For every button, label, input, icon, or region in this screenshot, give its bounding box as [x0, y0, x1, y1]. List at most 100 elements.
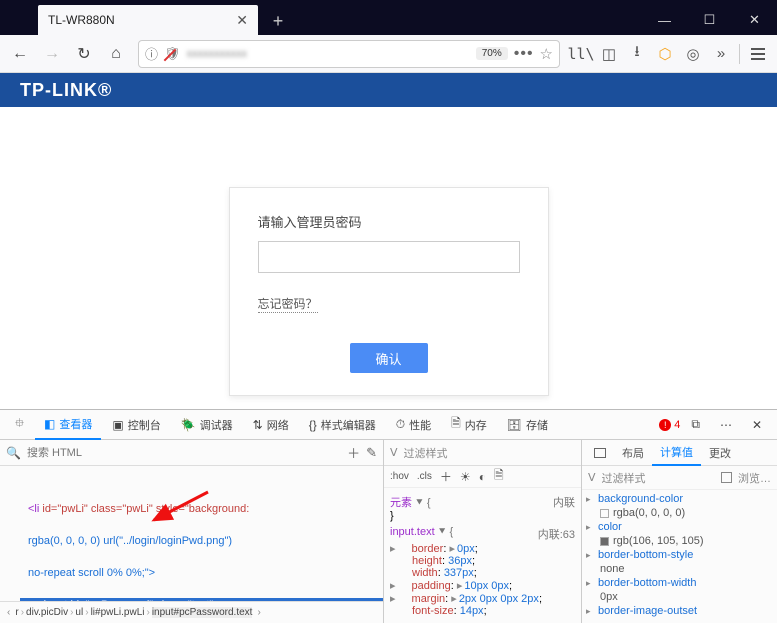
bookmark-star-icon[interactable]: ☆	[540, 45, 553, 63]
shield-blocked-icon[interactable]: 🛡	[164, 46, 181, 62]
computed-prop: border-bottom-width	[598, 577, 696, 589]
tab-debugger-label: 调试器	[200, 417, 233, 433]
back-button[interactable]: ←	[6, 40, 34, 68]
color-swatch	[600, 537, 609, 546]
browser-tab[interactable]: TL-WR880N ✕	[38, 5, 258, 35]
css-prop: font-size	[412, 605, 454, 617]
password-input[interactable]	[258, 241, 520, 273]
crumb-item[interactable]: r	[15, 607, 18, 618]
filter-icon: 𝖵	[588, 471, 596, 484]
add-node-button[interactable]: ＋	[347, 443, 360, 462]
toolbar-separator	[739, 44, 740, 64]
menu-button[interactable]	[745, 41, 771, 67]
tab-styleeditor-label: 样式编辑器	[321, 417, 376, 433]
dark-theme-icon[interactable]: ◐	[479, 470, 486, 484]
crumb-item[interactable]: ul	[75, 607, 83, 618]
search-icon: 🔍	[6, 446, 21, 460]
computed-tab[interactable]: 计算值	[652, 440, 701, 466]
dom-search-input[interactable]	[27, 447, 341, 459]
tab-storage[interactable]: 🗄存储	[498, 410, 557, 440]
crumb-prev-button[interactable]: ‹	[4, 607, 13, 618]
edit-html-button[interactable]: ✎	[366, 445, 377, 461]
dom-tree[interactable]: <li id="pwLi" class="pwLi" style="backgr…	[0, 466, 383, 601]
css-val: 10px 0px	[464, 580, 509, 592]
crumb-item[interactable]: div.picDiv	[26, 607, 68, 618]
dock-side-button[interactable]: ⧉	[682, 410, 709, 440]
css-val: 14px	[460, 605, 484, 617]
close-window-button[interactable]: ✕	[732, 5, 777, 35]
computed-label: 计算值	[660, 444, 693, 460]
tab-memory[interactable]: 🗎内存	[442, 410, 496, 440]
computed-prop: color	[598, 521, 622, 533]
computed-list[interactable]: ▸background-color rgba(0, 0, 0, 0) ▸colo…	[582, 490, 777, 623]
computed-val: none	[600, 563, 624, 575]
computed-prop: border-bottom-style	[598, 549, 693, 561]
forgot-password-link[interactable]: 忘记密码？	[258, 295, 318, 313]
tab-close-icon[interactable]: ✕	[236, 12, 248, 29]
devtools-tabs: ⯐ ◧查看器 ▣控制台 🪲调试器 ⇅网络 {}样式编辑器 ⏱性能 🗎内存 🗄存储…	[0, 410, 777, 440]
add-rule-button[interactable]: ＋	[440, 468, 452, 485]
address-bar[interactable]: ⓘ 🛡 xxxxxxxxxxx 70% ••• ☆	[138, 40, 560, 68]
new-tab-button[interactable]: +	[264, 7, 292, 35]
tab-console[interactable]: ▣控制台	[103, 410, 169, 440]
extension-icon[interactable]: ⬡	[652, 41, 678, 67]
tab-inspector[interactable]: ◧查看器	[35, 410, 101, 440]
devtools-close-button[interactable]: ✕	[743, 410, 771, 440]
computed-val: rgba(0, 0, 0, 0)	[613, 507, 685, 519]
changes-tab[interactable]: 更改	[701, 440, 739, 466]
url-text: xxxxxxxxxxx	[187, 48, 470, 60]
code-text: id="pwLi"	[42, 503, 87, 515]
print-media-icon[interactable]: 🗎	[494, 466, 504, 487]
downloads-icon[interactable]: ⭳	[624, 41, 650, 67]
filter-icon: 𝖵	[390, 446, 398, 459]
css-val: 0px	[457, 543, 475, 555]
reload-button[interactable]: ↻	[70, 40, 98, 68]
cls-toggle[interactable]: .cls	[417, 471, 432, 482]
home-button[interactable]: ⌂	[102, 40, 130, 68]
tab-performance[interactable]: ⏱性能	[387, 410, 440, 440]
error-indicator[interactable]: !4	[659, 419, 680, 431]
computed-panel: 布局 计算值 更改 𝖵 过滤样式 浏览… ▸background-color r…	[582, 440, 777, 623]
styles-rules[interactable]: 元素 ⯆ {内联 } input.text ⯆ {内联:63 ▸border: …	[384, 488, 581, 623]
crumb-item-active[interactable]: input#pcPassword.text	[152, 607, 253, 618]
boxmodel-tab[interactable]	[586, 440, 614, 466]
styles-toolbar: :hov .cls ＋ ☀ ◐ 🗎	[384, 466, 581, 488]
login-card: 请输入管理员密码 忘记密码？ 确认	[229, 187, 549, 396]
styles-filter-bar: 𝖵 过滤样式	[384, 440, 581, 466]
minimize-button[interactable]: —	[642, 5, 687, 35]
toolbar-right: ll\ ◫ ⭳ ⬡ ◎ »	[568, 41, 771, 67]
css-prop: height	[412, 555, 442, 567]
tab-network[interactable]: ⇅网络	[244, 410, 298, 440]
color-swatch	[600, 509, 609, 518]
layout-tab[interactable]: 布局	[614, 440, 652, 466]
pick-element-button[interactable]: ⯐	[6, 410, 33, 440]
devtools-menu-button[interactable]: ⋯	[711, 410, 741, 440]
changes-label: 更改	[709, 445, 731, 461]
css-val: 36px	[448, 555, 472, 567]
devtools-body: 🔍 ＋ ✎ <li id="pwLi" class="pwLi" style="…	[0, 440, 777, 623]
rule-src: 内联:63	[538, 526, 575, 542]
page-actions-icon[interactable]: •••	[514, 45, 534, 63]
tab-inspector-label: 查看器	[59, 416, 92, 432]
hov-toggle[interactable]: :hov	[390, 471, 409, 482]
computed-filter-label[interactable]: 过滤样式	[602, 470, 715, 486]
crumb-item[interactable]: li#pwLi.pwLi	[91, 607, 145, 618]
tab-styleeditor[interactable]: {}样式编辑器	[300, 410, 385, 440]
info-icon[interactable]: ⓘ	[145, 44, 158, 63]
light-theme-icon[interactable]: ☀	[460, 470, 471, 484]
sidebar-icon[interactable]: ◫	[596, 41, 622, 67]
confirm-button[interactable]: 确认	[350, 343, 428, 373]
styles-filter-label[interactable]: 过滤样式	[404, 445, 575, 461]
css-prop: padding	[412, 580, 451, 592]
overflow-icon[interactable]: »	[708, 41, 734, 67]
addon-icon[interactable]: ◎	[680, 41, 706, 67]
zoom-badge[interactable]: 70%	[476, 47, 508, 60]
rule-selector: 元素	[390, 497, 412, 509]
browse-checkbox[interactable]	[721, 472, 732, 483]
maximize-button[interactable]: ☐	[687, 5, 732, 35]
window-titlebar: TL-WR880N ✕ + — ☐ ✕	[0, 0, 777, 35]
library-icon[interactable]: ll\	[568, 41, 594, 67]
password-prompt: 请输入管理员密码	[258, 212, 520, 231]
crumb-next-button[interactable]: ›	[254, 607, 263, 618]
tab-debugger[interactable]: 🪲调试器	[172, 410, 242, 440]
